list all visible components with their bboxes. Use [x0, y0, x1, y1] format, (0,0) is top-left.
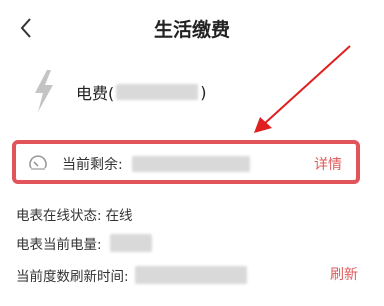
- details-link[interactable]: 详情: [314, 154, 342, 174]
- annotation-arrow: [254, 45, 351, 133]
- redacted-balance-value: [132, 156, 250, 172]
- bill-name: 电费( ): [76, 80, 207, 104]
- redacted-account: [116, 84, 199, 100]
- bill-name-suffix: ): [200, 82, 207, 102]
- bill-name-prefix: 电费(: [76, 84, 115, 103]
- gauge-icon: [29, 155, 47, 170]
- meter-power-label: 电表当前电量:: [16, 237, 102, 253]
- redacted-power-value: [109, 234, 152, 252]
- meter-power: 电表当前电量:: [16, 233, 152, 253]
- meter-online-label: 电表在线状态:: [16, 208, 102, 224]
- redacted-refresh-time: [134, 266, 247, 284]
- balance-label: 当前剩余:: [62, 157, 123, 173]
- refresh-time: 当前度数刷新时间:: [16, 265, 247, 285]
- refresh-button[interactable]: 刷新: [330, 264, 358, 284]
- balance-box: 当前剩余: 详情: [12, 140, 360, 184]
- page-title: 生活缴费: [153, 19, 230, 41]
- meter-online-value: 在线: [105, 208, 133, 224]
- refresh-time-label: 当前度数刷新时间:: [16, 269, 129, 285]
- lightning-bolt-icon: [35, 70, 53, 112]
- meter-online-status: 电表在线状态: 在线: [16, 204, 133, 224]
